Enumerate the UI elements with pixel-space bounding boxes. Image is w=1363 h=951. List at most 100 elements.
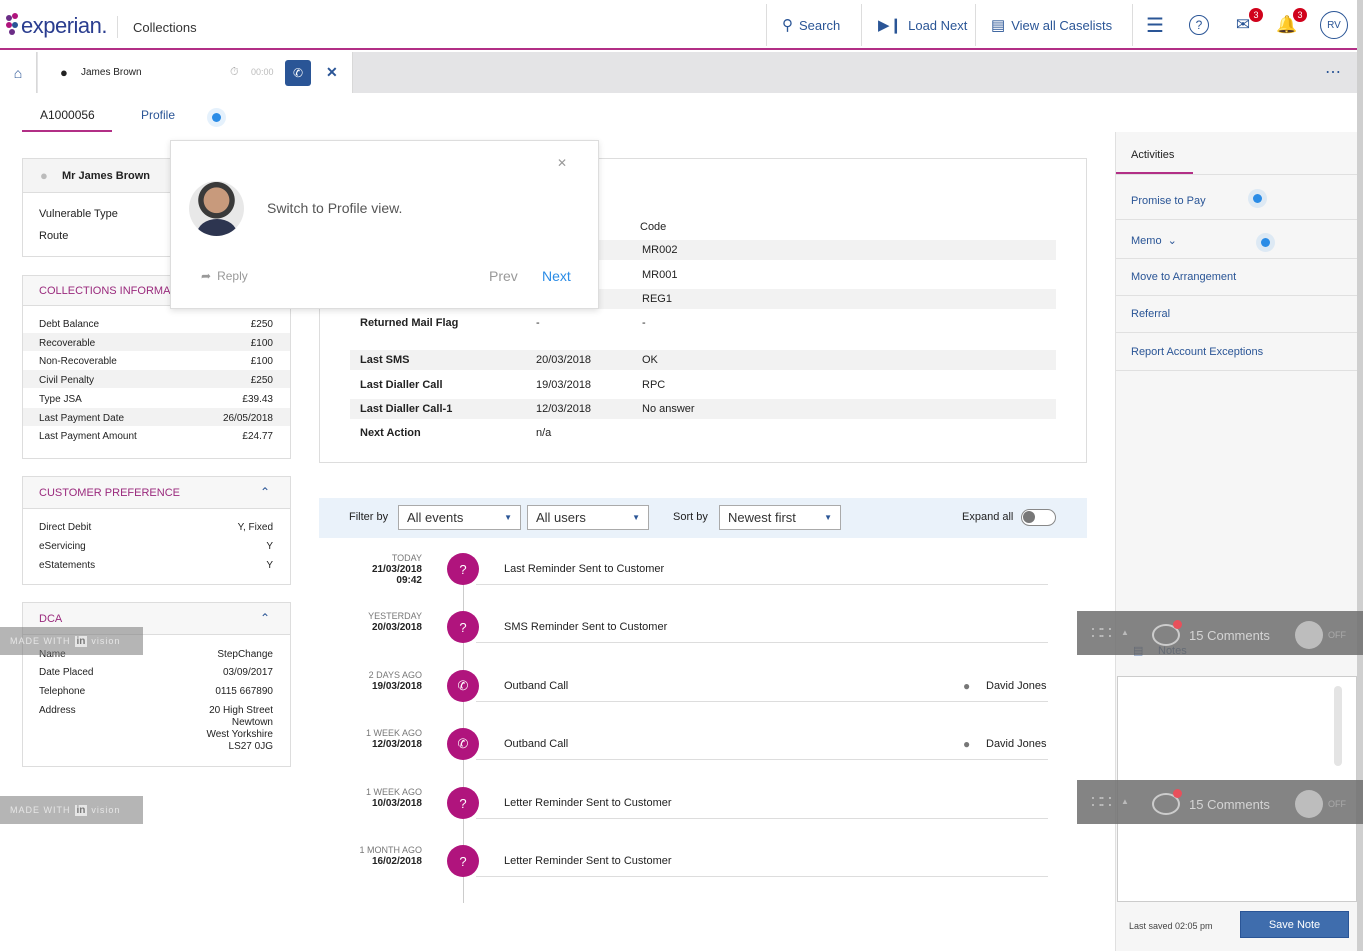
caret-up-icon[interactable]: ▲ — [1121, 797, 1129, 806]
flag-row-label: Last SMS — [360, 354, 410, 366]
menu-icon[interactable]: ☰ — [1143, 13, 1167, 37]
collections-title: COLLECTIONS INFORMAT — [39, 285, 177, 297]
close-icon[interactable]: ✕ — [557, 156, 567, 170]
comment-bubble-icon[interactable] — [1152, 620, 1182, 646]
activity-item[interactable]: Report Account Exceptions — [1131, 346, 1263, 358]
preference-row-value: Y — [266, 541, 273, 552]
timeline-event-title[interactable]: Letter Reminder Sent to Customer — [504, 797, 672, 809]
timeline-event-icon[interactable]: ? — [447, 787, 479, 819]
dca-row-label: Address — [39, 705, 76, 716]
phone-icon: ✆ — [457, 678, 469, 693]
activities-title[interactable]: Activities — [1131, 149, 1174, 161]
home-tab[interactable]: ⌂ — [0, 52, 37, 93]
timeline-event-icon[interactable]: ? — [447, 845, 479, 877]
timeline-time: 09:42 — [396, 575, 422, 586]
customer-full-name: Mr James Brown — [62, 170, 151, 182]
timeline-date-value: 20/03/2018 — [371, 622, 422, 633]
user-avatar[interactable]: RV — [1320, 11, 1348, 39]
timeline-event-icon[interactable]: ? — [447, 611, 479, 643]
sort-value: Newest first — [728, 510, 796, 525]
call-button[interactable]: ✆ — [285, 60, 311, 86]
mail-button[interactable]: ✉ 3 — [1231, 8, 1263, 37]
tab-account[interactable]: A1000056 — [40, 108, 95, 122]
hotspot-indicator[interactable] — [212, 113, 221, 122]
divider — [117, 16, 118, 38]
timeline-event-icon[interactable]: ✆ — [447, 670, 479, 702]
guide-avatar — [189, 181, 244, 236]
tab-profile[interactable]: Profile — [141, 108, 175, 122]
activity-item-label: Report Account Exceptions — [1131, 346, 1264, 358]
notifications-button[interactable]: 🔔 3 — [1275, 8, 1307, 37]
search-button[interactable]: ⚲ Search — [782, 0, 840, 50]
question-icon: ? — [459, 853, 467, 869]
chevron-up-icon[interactable]: ⌃ — [260, 485, 270, 499]
timeline-relative-date: TODAY — [391, 553, 422, 563]
events-filter-select[interactable]: All events ▼ — [398, 505, 521, 530]
comments-toggle[interactable] — [1295, 790, 1323, 818]
comment-bubble-icon[interactable] — [1152, 789, 1182, 815]
timeline-event-title[interactable]: SMS Reminder Sent to Customer — [504, 621, 667, 633]
divider — [1116, 258, 1357, 259]
hotspot-indicator[interactable] — [1261, 238, 1270, 247]
caret-up-icon[interactable]: ▲ — [1121, 628, 1129, 637]
popup-message: Switch to Profile view. — [267, 200, 403, 216]
divider — [766, 4, 767, 46]
reply-button[interactable]: ➦ Reply — [201, 269, 248, 283]
flag-row-label: Returned Mail Flag — [360, 317, 459, 329]
logo-text: experian. — [21, 13, 108, 38]
sort-by-label: Sort by — [673, 511, 708, 523]
help-button[interactable]: ? — [1187, 13, 1211, 37]
timeline-date: TODAY 21/03/2018 09:42 — [342, 553, 422, 586]
timeline-event-title[interactable]: Last Reminder Sent to Customer — [504, 563, 664, 575]
timeline-relative-date: YESTERDAY — [368, 611, 422, 621]
timeline-event-icon[interactable]: ✆ — [447, 728, 479, 760]
view-caselists-button[interactable]: ▤ View all Caselists — [991, 0, 1112, 50]
notes-scrollbar[interactable] — [1334, 686, 1342, 766]
more-options-icon[interactable]: ⋯ — [1325, 62, 1342, 82]
flag-row-code: OK — [642, 354, 658, 366]
flag-row-label: Last Dialler Call — [360, 379, 443, 391]
flag-row-label: Next Action — [360, 427, 421, 439]
hotspot-indicator[interactable] — [1253, 194, 1262, 203]
activity-item[interactable]: Promise to Pay — [1131, 195, 1206, 207]
invision-logo-box: in — [74, 635, 88, 647]
timeline-event-user: David Jones — [986, 738, 1047, 750]
load-next-button[interactable]: ▶❙ Load Next — [878, 0, 967, 50]
code-column-header: Code — [640, 221, 667, 233]
list-icon: ▤ — [991, 17, 1006, 34]
timeline-date: 1 MONTH AGO 16/02/2018 — [342, 845, 422, 867]
next-button[interactable]: Next — [542, 268, 571, 284]
timeline-event-icon[interactable]: ? — [447, 553, 479, 585]
preference-row-label: Direct Debit — [39, 522, 92, 533]
save-note-button[interactable]: Save Note — [1240, 911, 1349, 938]
dca-row-value: 20 High Street Newtown West Yorkshire LS… — [206, 705, 273, 752]
flag-row-date: 20/03/2018 — [536, 354, 592, 366]
experian-logo[interactable]: experian. — [6, 13, 108, 39]
close-tab-icon[interactable]: ✕ — [326, 64, 338, 81]
comments-count[interactable]: 15 Comments — [1189, 628, 1270, 643]
bell-badge: 3 — [1293, 8, 1307, 22]
timeline-date-value: 12/03/2018 — [371, 739, 422, 750]
timeline-event-title[interactable]: Outband Call — [504, 738, 568, 750]
dca-row-value: 03/09/2017 — [222, 667, 273, 678]
comments-toggle[interactable] — [1295, 621, 1323, 649]
activity-item[interactable]: Referral — [1131, 308, 1170, 320]
timeline-event-title[interactable]: Letter Reminder Sent to Customer — [504, 855, 672, 867]
activity-item[interactable]: Memo ⌄ — [1131, 234, 1177, 247]
users-filter-select[interactable]: All users ▼ — [527, 505, 649, 530]
timeline-relative-date: 1 WEEK AGO — [365, 787, 422, 797]
expand-all-toggle[interactable] — [1021, 509, 1056, 526]
grid-icon[interactable]: ∷∷ — [1091, 792, 1112, 813]
prev-button[interactable]: Prev — [489, 268, 518, 284]
activity-item[interactable]: Move to Arrangement — [1131, 271, 1236, 283]
comments-count[interactable]: 15 Comments — [1189, 797, 1270, 812]
divider — [975, 4, 976, 46]
divider — [476, 701, 1048, 702]
divider — [476, 584, 1048, 585]
made-with-text: MADE WITH — [10, 805, 71, 815]
sort-select[interactable]: Newest first ▼ — [719, 505, 841, 530]
grid-icon[interactable]: ∷∷ — [1091, 623, 1112, 644]
timeline-event-title[interactable]: Outband Call — [504, 680, 568, 692]
chevron-up-icon[interactable]: ⌃ — [260, 611, 270, 625]
divider — [1116, 219, 1357, 220]
